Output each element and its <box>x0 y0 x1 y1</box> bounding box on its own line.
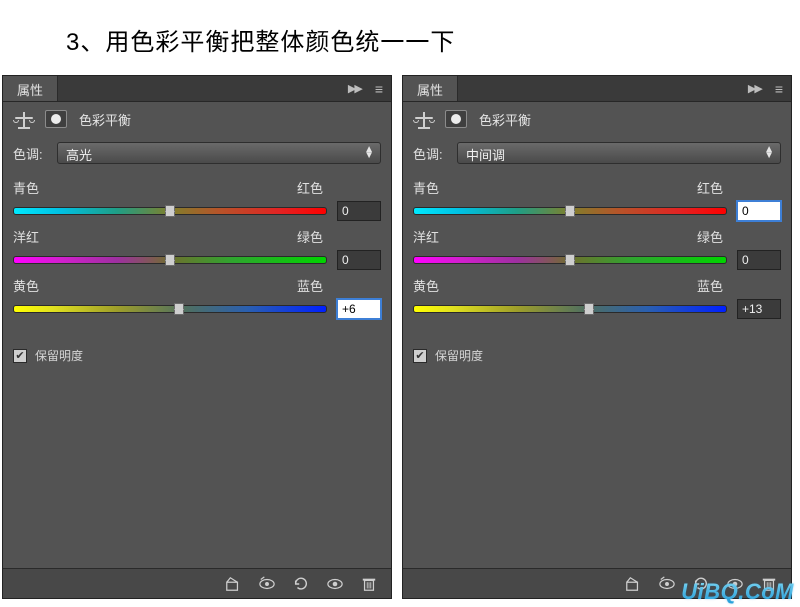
layer-mask-icon[interactable] <box>45 110 67 128</box>
magenta-label: 洋红 <box>413 227 439 246</box>
cyan-red-value[interactable]: 0 <box>337 201 381 221</box>
panel-footer <box>3 568 391 598</box>
adjustment-title: 色彩平衡 <box>77 110 131 129</box>
preserve-luminosity-checkbox[interactable]: ✔ <box>413 349 427 363</box>
panel-collapse-arrows[interactable]: ▶▶ <box>742 76 767 101</box>
preserve-luminosity-label: 保留明度 <box>35 347 83 364</box>
adjustment-header: 色彩平衡 <box>403 102 791 132</box>
cyan-red-value[interactable]: 0 <box>737 201 781 221</box>
yellow-blue-value[interactable]: +13 <box>737 299 781 319</box>
chevron-updown-icon: ▲▼ <box>364 147 374 159</box>
preserve-luminosity-checkbox[interactable]: ✔ <box>13 349 27 363</box>
properties-tab[interactable]: 属性 <box>403 76 458 101</box>
slider-thumb[interactable] <box>165 254 175 266</box>
slider-thumb[interactable] <box>565 205 575 217</box>
color-balance-icon <box>413 108 435 130</box>
preserve-luminosity-label: 保留明度 <box>435 347 483 364</box>
view-previous-icon[interactable] <box>253 573 281 595</box>
magenta-green-value[interactable]: 0 <box>737 250 781 270</box>
blue-label: 蓝色 <box>697 276 723 295</box>
layer-mask-icon[interactable] <box>445 110 467 128</box>
visibility-eye-icon[interactable] <box>321 573 349 595</box>
cyan-label: 青色 <box>13 178 39 197</box>
slider-thumb[interactable] <box>174 303 184 315</box>
red-label: 红色 <box>297 178 323 197</box>
adjustment-title: 色彩平衡 <box>477 110 531 129</box>
magenta-label: 洋红 <box>13 227 39 246</box>
panel-collapse-arrows[interactable]: ▶▶ <box>342 76 367 101</box>
blue-label: 蓝色 <box>297 276 323 295</box>
instruction-caption: 3、用色彩平衡把整体颜色统一一下 <box>0 0 800 57</box>
properties-panel-left: 属性 ▶▶ ≡ 色彩平衡 色调: 高光 ▲▼ 青 <box>2 75 392 599</box>
reset-icon[interactable] <box>287 573 315 595</box>
view-previous-icon[interactable] <box>653 573 681 595</box>
panel-menu-icon[interactable]: ≡ <box>767 76 791 101</box>
magenta-green-track[interactable] <box>413 256 727 264</box>
magenta-green-track[interactable] <box>13 256 327 264</box>
panels-container: 属性 ▶▶ ≡ 色彩平衡 色调: 高光 ▲▼ 青 <box>0 75 800 599</box>
watermark: UiBQ.CoM <box>681 579 794 605</box>
tone-select[interactable]: 高光 ▲▼ <box>57 142 381 164</box>
tone-label: 色调: <box>413 144 451 163</box>
green-label: 绿色 <box>697 227 723 246</box>
yellow-blue-track[interactable] <box>413 305 727 313</box>
trash-icon[interactable] <box>355 573 383 595</box>
yellow-blue-track[interactable] <box>13 305 327 313</box>
clip-to-layer-icon[interactable] <box>619 573 647 595</box>
panel-tabbar: 属性 ▶▶ ≡ <box>3 76 391 102</box>
yellow-blue-value[interactable]: +6 <box>337 299 381 319</box>
red-label: 红色 <box>697 178 723 197</box>
slider-thumb[interactable] <box>565 254 575 266</box>
green-label: 绿色 <box>297 227 323 246</box>
yellow-blue-slider-row: 黄色 蓝色 +6 <box>13 276 381 325</box>
properties-tab[interactable]: 属性 <box>3 76 58 101</box>
color-balance-icon <box>13 108 35 130</box>
panel-tabbar: 属性 ▶▶ ≡ <box>403 76 791 102</box>
magenta-green-slider-row: 洋红 绿色 0 <box>413 227 781 276</box>
yellow-label: 黄色 <box>413 276 439 295</box>
adjustment-header: 色彩平衡 <box>3 102 391 132</box>
cyan-red-slider-row: 青色 红色 0 <box>413 178 781 227</box>
cyan-red-slider-row: 青色 红色 0 <box>13 178 381 227</box>
clip-to-layer-icon[interactable] <box>219 573 247 595</box>
cyan-label: 青色 <box>413 178 439 197</box>
yellow-label: 黄色 <box>13 276 39 295</box>
cyan-red-track[interactable] <box>13 207 327 215</box>
tone-label: 色调: <box>13 144 51 163</box>
chevron-updown-icon: ▲▼ <box>764 147 774 159</box>
panel-menu-icon[interactable]: ≡ <box>367 76 391 101</box>
magenta-green-value[interactable]: 0 <box>337 250 381 270</box>
tone-select[interactable]: 中间调 ▲▼ <box>457 142 781 164</box>
cyan-red-track[interactable] <box>413 207 727 215</box>
slider-thumb[interactable] <box>165 205 175 217</box>
yellow-blue-slider-row: 黄色 蓝色 +13 <box>413 276 781 325</box>
slider-thumb[interactable] <box>584 303 594 315</box>
properties-panel-right: 属性 ▶▶ ≡ 色彩平衡 色调: 中间调 ▲▼ <box>402 75 792 599</box>
magenta-green-slider-row: 洋红 绿色 0 <box>13 227 381 276</box>
